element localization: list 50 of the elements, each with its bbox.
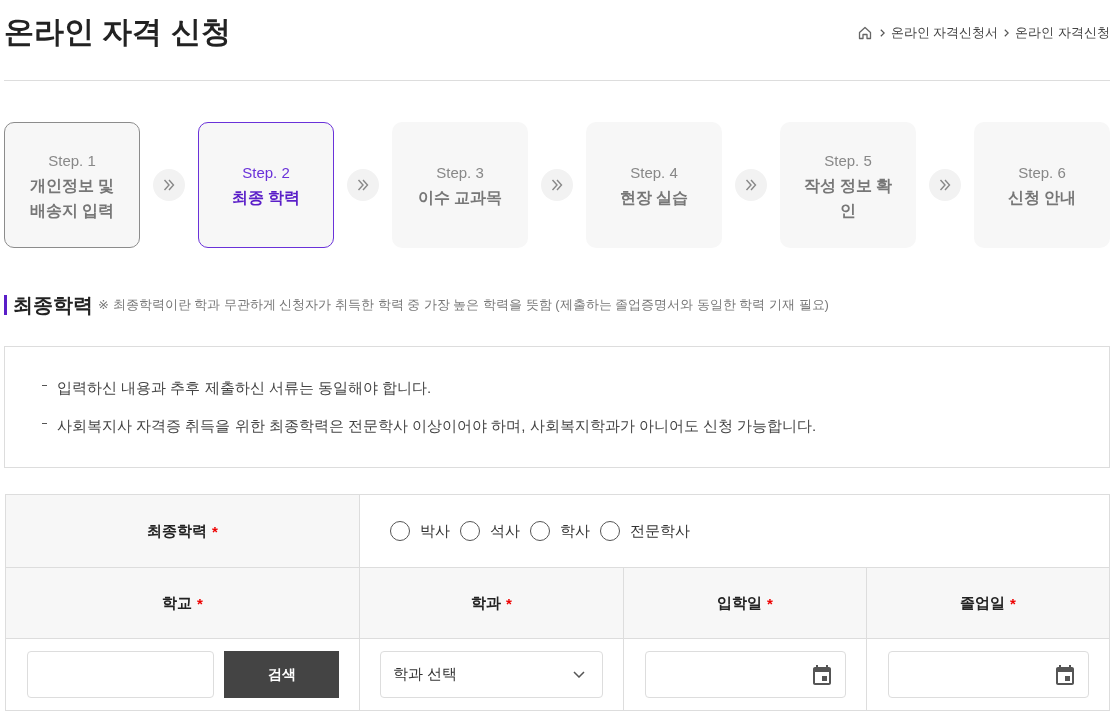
column-label: 졸업일 <box>960 593 1006 613</box>
radio-label[interactable]: 학사 <box>560 521 590 541</box>
required-mark: * <box>212 522 218 540</box>
chevron-right-icon <box>1004 28 1010 37</box>
school-input-field[interactable] <box>27 651 214 698</box>
column-label: 학교 <box>162 593 193 613</box>
double-chevron-icon <box>153 169 185 201</box>
notice-text: 입력하신 내용과 추후 제출하신 서류는 동일해야 합니다. <box>57 378 432 398</box>
radio-label[interactable]: 석사 <box>490 521 520 541</box>
home-icon[interactable] <box>857 25 872 40</box>
calendar-icon[interactable] <box>1056 664 1074 685</box>
step-number: Step. 1 <box>48 150 96 171</box>
page-title: 온라인 자격 신청 <box>4 14 231 50</box>
calendar-icon[interactable] <box>813 664 831 685</box>
required-mark: * <box>197 594 203 612</box>
breadcrumb-link[interactable]: 온라인 자격신청서 <box>890 23 999 42</box>
step-title: 최종 학력 <box>231 188 301 208</box>
radio-label[interactable]: 박사 <box>420 521 450 541</box>
step-title: 현장 실습 <box>619 188 689 208</box>
column-label: 입학일 <box>717 593 763 613</box>
step-number: Step. 3 <box>436 163 484 183</box>
department-select[interactable]: 학과 선택 <box>380 651 603 698</box>
step-title: 작성 정보 확인 <box>802 175 894 221</box>
double-chevron-icon <box>929 169 961 201</box>
section-note: ※ 최종학력이란 학과 무관하게 신청자가 취득한 학력 중 가장 높은 학력을 뜻함 (제출하는 졸업증명서와 동일한 학력 기재 필요) <box>98 296 829 314</box>
double-chevron-icon <box>347 169 379 201</box>
field-label: 최종학력 <box>147 521 208 541</box>
required-mark: * <box>1010 594 1016 612</box>
step-number: Step. 6 <box>1018 163 1066 183</box>
breadcrumb-link[interactable]: 온라인 자격신청 <box>1015 23 1110 42</box>
required-mark: * <box>506 594 512 612</box>
required-mark: * <box>767 594 773 612</box>
step-number: Step. 5 <box>824 150 872 171</box>
date-field[interactable] <box>888 651 1089 698</box>
step-title: 개인정보 및 배송지 입력 <box>28 175 116 221</box>
radio-label[interactable]: 전문학사 <box>630 521 690 541</box>
section-marker-icon <box>4 295 7 315</box>
step-title: 이수 교과목 <box>417 188 503 208</box>
column-label: 학과 <box>471 593 502 613</box>
step-number: Step. 2 <box>242 163 290 183</box>
notice-text: 사회복지사 자격증 취득을 위한 최종학력은 전문학사 이상이어야 하며, 사회복지학과가 아니어도 신청 가능합니다. <box>57 416 817 436</box>
section-title: 최종학력 <box>13 292 93 318</box>
step-title: 신청 안내 <box>1007 188 1077 208</box>
double-chevron-icon <box>735 169 767 201</box>
chevron-right-icon <box>879 28 885 37</box>
search-button[interactable]: 검색 <box>224 651 339 698</box>
chevron-down-icon <box>573 671 585 678</box>
step-number: Step. 4 <box>630 163 678 183</box>
double-chevron-icon <box>541 169 573 201</box>
date-field[interactable] <box>645 651 846 698</box>
